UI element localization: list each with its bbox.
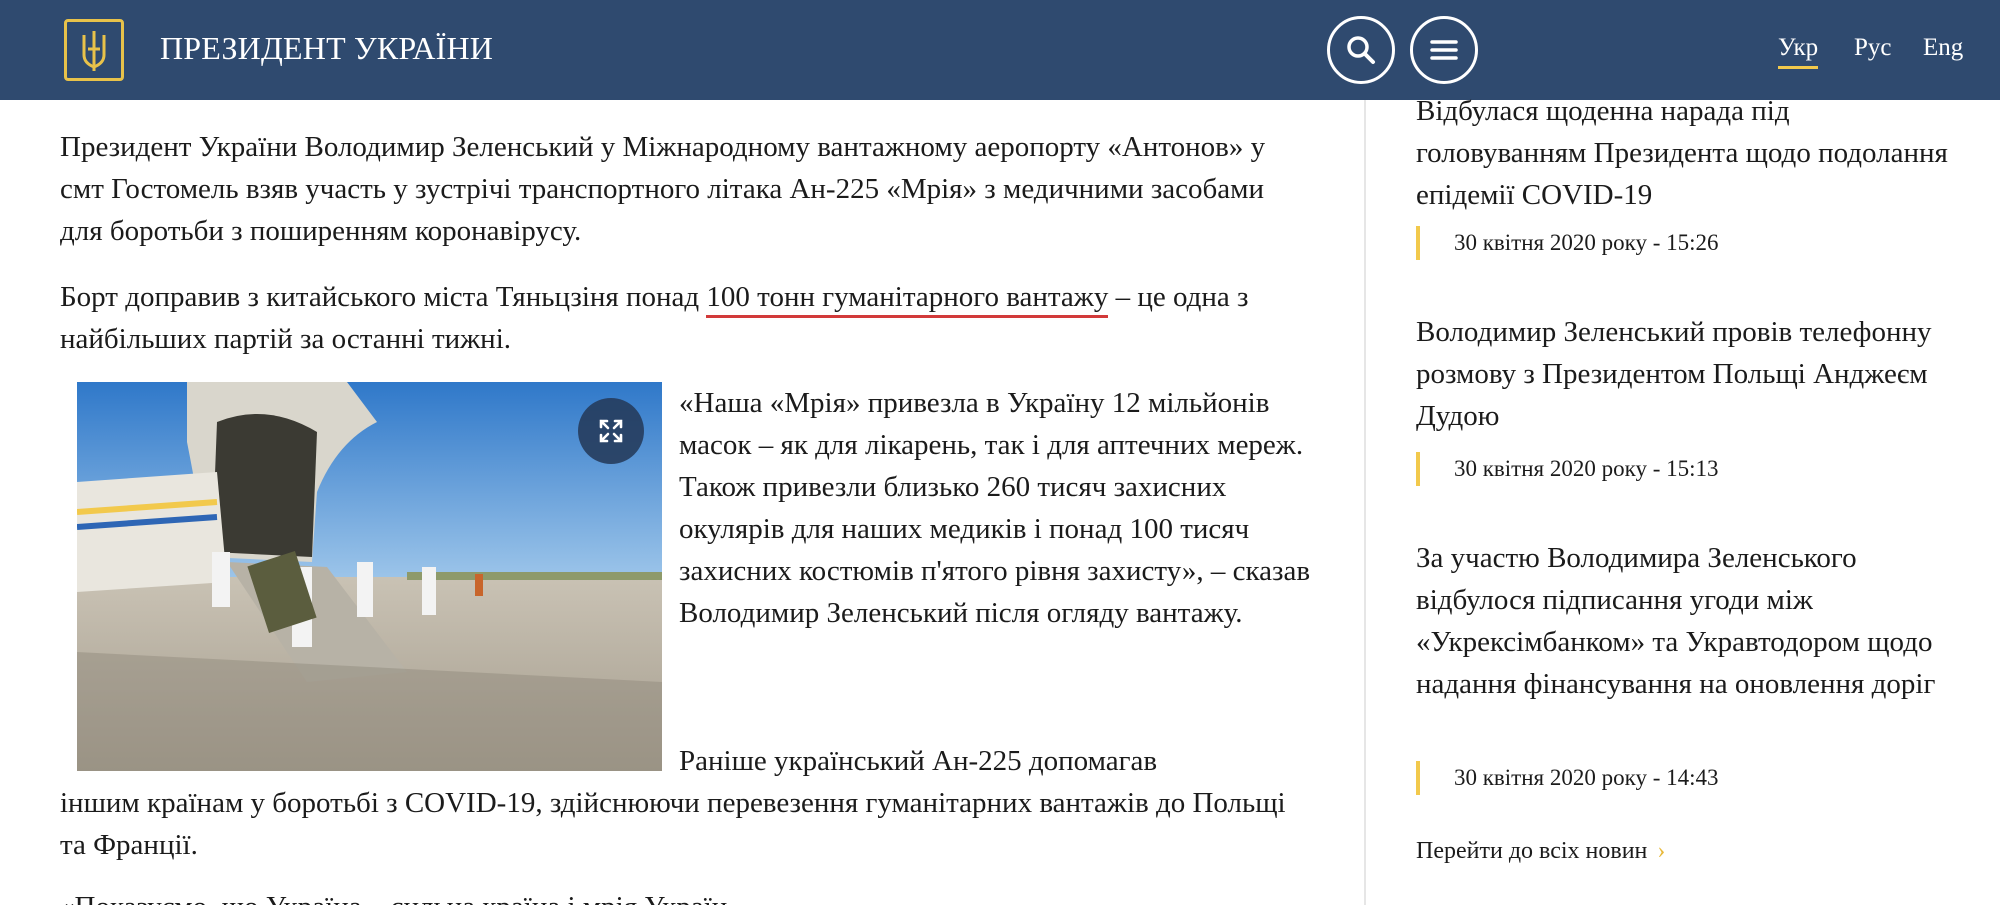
site-title[interactable]: ПРЕЗИДЕНТ УКРАЇНИ xyxy=(160,30,493,67)
site-header: ПРЕЗИДЕНТ УКРАЇНИ Укр Рус Eng xyxy=(0,0,2000,100)
article-paragraph: іншим країнам у боротьбі з COVID-19, зді… xyxy=(60,787,1286,861)
article-photo[interactable] xyxy=(77,382,662,771)
news-item-title[interactable]: Володимир Зеленський провів телефонну ро… xyxy=(1416,311,1956,437)
news-item-title[interactable]: Відбулася щоденна нарада під головування… xyxy=(1416,90,1956,216)
chevron-right-icon: › xyxy=(1657,838,1666,864)
menu-button[interactable] xyxy=(1410,16,1478,84)
article-paragraph: Раніше український Ан-225 допомагав xyxy=(679,745,1158,777)
column-divider xyxy=(1364,100,1366,905)
hamburger-menu-icon xyxy=(1430,40,1458,60)
news-item-date: 30 квітня 2020 року - 15:26 xyxy=(1416,226,1719,260)
all-news-label: Перейти до всіх новин xyxy=(1416,838,1648,864)
search-button[interactable] xyxy=(1327,16,1395,84)
paragraph-text: Борт доправив з китайського міста Тяньцз… xyxy=(60,281,707,313)
language-ukr[interactable]: Укр xyxy=(1778,34,1819,69)
article-paragraph: Борт доправив з китайського міста Тяньцз… xyxy=(60,276,1310,360)
trident-emblem-icon[interactable] xyxy=(64,19,124,81)
language-rus[interactable]: Рус xyxy=(1854,34,1892,62)
article-paragraph: «Показуємо, що Україна – сильна країна і… xyxy=(60,886,1310,905)
article-quote: «Наша «Мрія» привезла в Україну 12 мільй… xyxy=(679,387,1311,629)
news-item-date: 30 квітня 2020 року - 14:43 xyxy=(1416,761,1719,795)
expand-icon xyxy=(599,419,623,443)
language-eng[interactable]: Eng xyxy=(1923,34,1963,62)
all-news-link[interactable]: Перейти до всіх новин › xyxy=(1416,838,1665,865)
search-icon xyxy=(1347,36,1375,64)
highlighted-text: 100 тонн гуманітарного вантажу xyxy=(706,281,1109,318)
article-paragraph: Президент України Володимир Зеленський у… xyxy=(60,131,1266,247)
expand-photo-button[interactable] xyxy=(578,398,644,464)
news-item-title[interactable]: За участю Володимира Зеленського відбуло… xyxy=(1416,537,1956,705)
news-item-date: 30 квітня 2020 року - 15:13 xyxy=(1416,452,1719,486)
